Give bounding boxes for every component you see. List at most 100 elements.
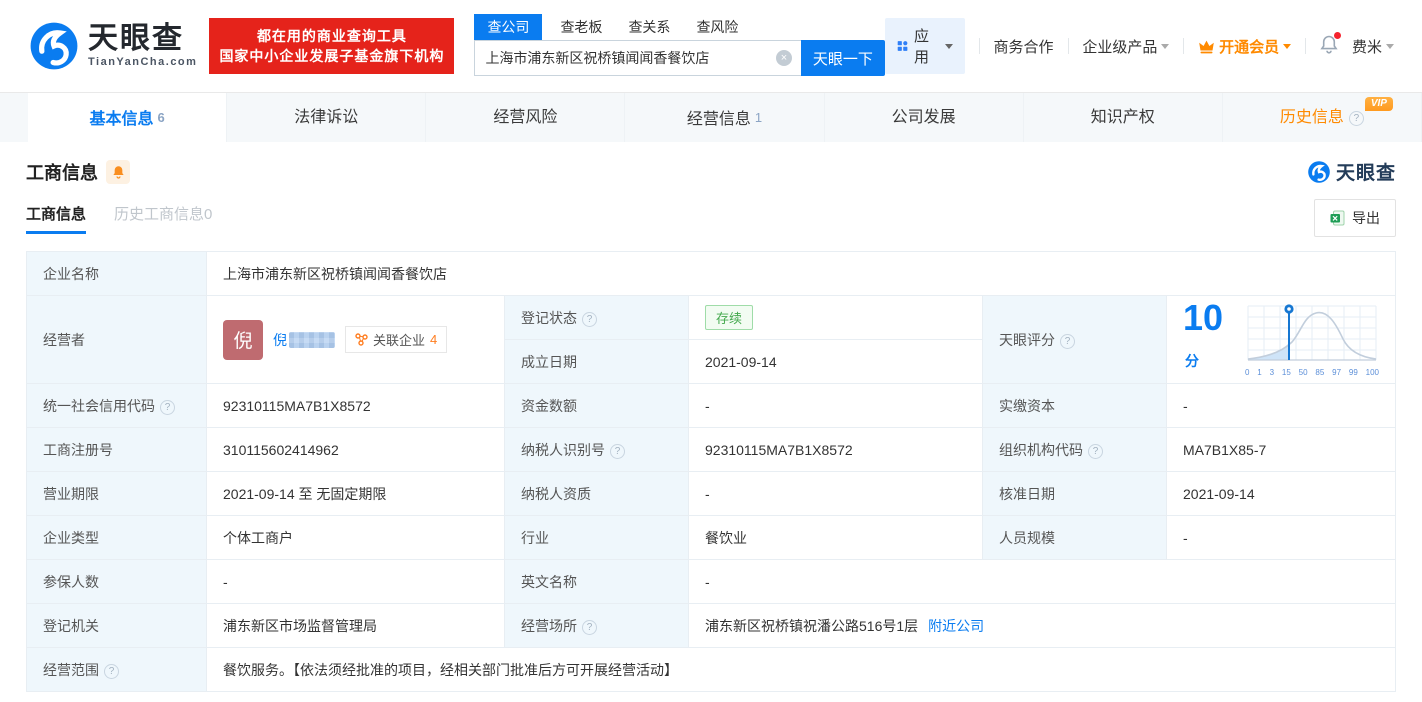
network-icon <box>355 333 368 346</box>
nav-username[interactable]: 费米 <box>1352 36 1394 57</box>
help-icon[interactable] <box>160 399 175 415</box>
field-label: 资金数额 <box>504 383 689 428</box>
tab-history-info[interactable]: VIP 历史信息 <box>1223 93 1422 142</box>
score-widget[interactable]: 10分 0 1 3 15 50 85 97 99 100 <box>1183 300 1379 379</box>
tab-operating-risk[interactable]: 经营风险 <box>426 93 626 142</box>
search-input[interactable] <box>474 40 801 76</box>
help-icon[interactable] <box>104 663 119 679</box>
field-label: 成立日期 <box>504 339 689 384</box>
field-label: 营业期限 <box>26 471 207 516</box>
divider <box>978 38 980 54</box>
tianyancha-logo-icon <box>30 22 78 70</box>
table-row: 登记机关 浦东新区市场监督管理局 经营场所 浦东新区祝桥镇祝潘公路516号1层附… <box>26 603 1396 648</box>
company-section-tabs: 基本信息 6 法律诉讼 经营风险 经营信息 1 公司发展 知识产权 VIP 历史信息 <box>0 92 1422 142</box>
table-row: 经营者 倪 倪 关联企业 4 登记状态? 存续 天眼评分? 10分 0 1 3 … <box>26 295 1396 384</box>
table-row: 经营范围 餐饮服务。【依法须经批准的项目，经相关部门批准后方可开展经营活动】 <box>26 647 1396 692</box>
field-label: 纳税人资质 <box>504 471 689 516</box>
monitor-bell-icon[interactable] <box>106 159 130 184</box>
field-label: 纳税人识别号 <box>504 427 689 472</box>
field-label: 行业 <box>504 515 689 560</box>
table-row: 营业期限 2021-09-14 至 无固定期限 纳税人资质 - 核准日期 202… <box>26 471 1396 516</box>
help-icon[interactable] <box>582 311 597 327</box>
related-companies-badge[interactable]: 关联企业 4 <box>345 326 448 353</box>
field-label: 人员规模 <box>982 515 1167 560</box>
search-tab-boss[interactable]: 查老板 <box>560 14 602 40</box>
field-label: 登记状态 <box>504 295 689 340</box>
promo-line1: 都在用的商业查询工具 <box>256 28 407 44</box>
field-label: 企业类型 <box>26 515 207 560</box>
search-block: 查公司 查老板 查关系 查风险 天眼一下 <box>474 14 885 76</box>
tab-basic-info[interactable]: 基本信息 6 <box>28 93 228 142</box>
field-label: 登记机关 <box>26 603 207 648</box>
tianyancha-logo-icon <box>1308 160 1330 183</box>
search-tab-company[interactable]: 查公司 <box>474 14 543 40</box>
chevron-down-icon <box>944 43 953 49</box>
clear-icon[interactable] <box>775 50 792 66</box>
tab-count: 1 <box>754 110 763 125</box>
notification-bell-icon[interactable] <box>1320 31 1341 58</box>
section-title: 工商信息 <box>26 162 98 183</box>
company-name-value: 上海市浦东新区祝桥镇闻闻香餐饮店 <box>206 251 1396 296</box>
field-label: 统一社会信用代码 <box>26 383 207 428</box>
blurred-name <box>289 331 335 348</box>
watermark-logo: 天眼查 <box>1307 158 1396 185</box>
top-nav: 应用 商务合作 企业级产品 开通会员 费米 <box>884 18 1394 74</box>
operator-name-link[interactable]: 倪 <box>273 330 335 350</box>
premises-address: 浦东新区祝桥镇祝潘公路516号1层 <box>705 617 919 634</box>
field-label: 企业名称 <box>26 251 207 296</box>
field-label: 天眼评分 <box>982 295 1167 384</box>
chevron-down-icon <box>1386 43 1394 49</box>
tab-intellectual-property[interactable]: 知识产权 <box>1024 93 1223 142</box>
nav-business-cooperation[interactable]: 商务合作 <box>994 36 1054 57</box>
logo-domain: TianYanCha.com <box>88 56 198 68</box>
search-tab-relation[interactable]: 查关系 <box>628 14 670 40</box>
divider <box>1183 38 1185 54</box>
search-tab-risk[interactable]: 查风险 <box>696 14 738 40</box>
field-label: 工商注册号 <box>26 427 207 472</box>
table-row: 统一社会信用代码 92310115MA7B1X8572 资金数额 - 实缴资本 … <box>26 383 1396 428</box>
vip-badge: VIP <box>1364 97 1393 111</box>
help-icon[interactable] <box>1088 443 1103 459</box>
avatar[interactable]: 倪 <box>223 319 263 360</box>
field-label: 经营者 <box>26 295 207 384</box>
subtab-business-info[interactable]: 工商信息 <box>26 203 87 234</box>
subtab-history-business-info[interactable]: 历史工商信息0 <box>114 203 212 234</box>
crown-icon <box>1199 40 1214 53</box>
field-label: 实缴资本 <box>982 383 1167 428</box>
field-label: 参保人数 <box>26 559 207 604</box>
chevron-down-icon <box>1161 43 1170 49</box>
help-icon[interactable] <box>1348 111 1364 126</box>
nav-open-membership[interactable]: 开通会员 <box>1198 36 1292 57</box>
tab-count: 6 <box>157 110 165 125</box>
tab-legal-proceedings[interactable]: 法律诉讼 <box>227 93 427 142</box>
help-icon[interactable] <box>1060 333 1075 349</box>
score-value: 10分 <box>1183 297 1224 370</box>
promo-line2: 国家中小企业发展子基金旗下机构 <box>219 48 445 64</box>
nearby-companies-link[interactable]: 附近公司 <box>928 618 984 634</box>
search-tabs: 查公司 查老板 查关系 查风险 <box>474 14 884 40</box>
tab-company-development[interactable]: 公司发展 <box>825 93 1024 142</box>
status-badge: 存续 <box>705 305 754 330</box>
table-row: 参保人数 - 英文名称 - <box>26 559 1396 604</box>
field-label: 组织机构代码 <box>982 427 1167 472</box>
tianyancha-logo[interactable]: 天眼查 TianYanCha.com <box>28 20 197 72</box>
excel-icon <box>1330 210 1345 226</box>
export-button[interactable]: 导出 <box>1314 199 1396 237</box>
business-scope-value: 餐饮服务。【依法须经批准的项目，经相关部门批准后方可开展经营活动】 <box>206 647 1396 692</box>
nav-enterprise-products[interactable]: 企业级产品 <box>1082 36 1170 57</box>
business-info-table: 企业名称 上海市浦东新区祝桥镇闻闻香餐饮店 经营者 倪 倪 关联企业 4 登记状… <box>26 251 1396 692</box>
search-button[interactable]: 天眼一下 <box>800 40 885 76</box>
table-row: 工商注册号 310115602414962 纳税人识别号 92310115MA7… <box>26 427 1396 472</box>
table-row: 企业类型 个体工商户 行业 餐饮业 人员规模 - <box>26 515 1396 560</box>
divider <box>1305 38 1306 54</box>
table-row: 企业名称 上海市浦东新区祝桥镇闻闻香餐饮店 <box>26 251 1396 296</box>
chevron-down-icon <box>1283 43 1292 49</box>
notification-dot <box>1333 31 1341 39</box>
help-icon[interactable] <box>610 443 625 459</box>
field-label: 英文名称 <box>504 559 689 604</box>
field-label: 经营场所 <box>504 603 689 648</box>
help-icon[interactable] <box>582 619 597 635</box>
promo-banner: 都在用的商业查询工具 国家中小企业发展子基金旗下机构 <box>209 18 455 74</box>
tab-operating-info[interactable]: 经营信息 1 <box>625 93 825 142</box>
apps-menu-button[interactable]: 应用 <box>884 18 965 74</box>
